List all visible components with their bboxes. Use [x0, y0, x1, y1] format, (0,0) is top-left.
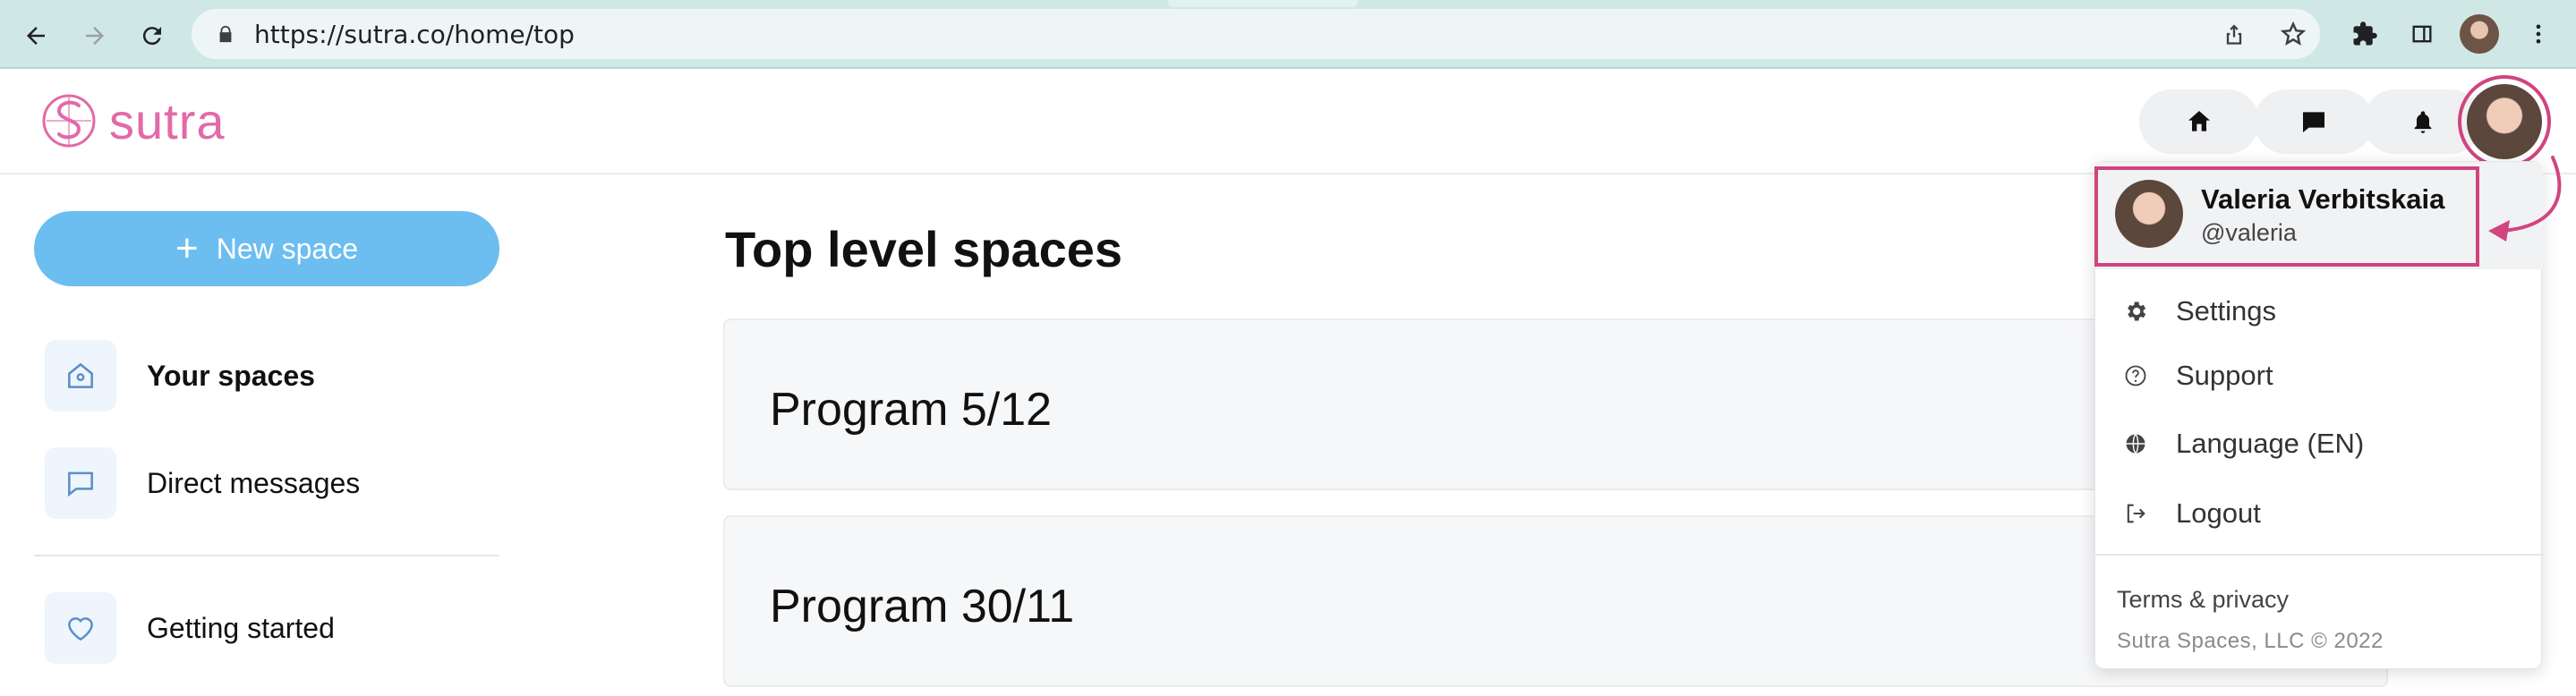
- extensions-icon[interactable]: [2349, 18, 2381, 50]
- space-name: Program 5/12: [770, 384, 1053, 436]
- home-outline-icon: [45, 340, 116, 412]
- home-button[interactable]: [2139, 89, 2259, 154]
- terms-link[interactable]: Terms & privacy: [2117, 586, 2289, 614]
- kebab-menu-icon[interactable]: [2522, 18, 2555, 50]
- question-icon: [2122, 362, 2149, 389]
- menu-item-settings[interactable]: Settings: [2095, 280, 2543, 343]
- menu-divider: [2095, 554, 2543, 556]
- menu-item-label: Settings: [2176, 295, 2277, 327]
- new-space-button[interactable]: + New space: [34, 211, 499, 286]
- space-name: Program 30/11: [770, 581, 1075, 632]
- sidepanel-icon[interactable]: [2406, 18, 2438, 50]
- avatar: [2467, 84, 2542, 159]
- home-icon: [2188, 111, 2210, 132]
- menu-item-support[interactable]: Support: [2095, 344, 2543, 407]
- sutra-logo[interactable]: sutra: [39, 89, 226, 152]
- back-icon[interactable]: [18, 18, 54, 54]
- annotation-arrow-icon: [2488, 156, 2562, 242]
- heart-icon: [45, 592, 116, 664]
- menu-item-label: Language (EN): [2176, 428, 2365, 459]
- sidebar-item-your-spaces[interactable]: Your spaces: [45, 340, 315, 412]
- gear-icon: [2122, 298, 2149, 325]
- menu-item-logout[interactable]: Logout: [2095, 482, 2543, 545]
- copyright-text: Sutra Spaces, LLC © 2022: [2117, 629, 2384, 653]
- reload-icon[interactable]: [134, 18, 170, 54]
- sidebar-item-label: Getting started: [147, 611, 335, 644]
- logout-icon: [2122, 500, 2149, 527]
- bell-icon: [2414, 111, 2432, 133]
- share-icon[interactable]: [2218, 18, 2250, 50]
- lock-icon[interactable]: [213, 21, 238, 47]
- browser-toolbar: https://sutra.co/home/top: [0, 0, 2576, 69]
- plus-icon: +: [175, 226, 199, 270]
- page-title: Top level spaces: [725, 221, 1123, 277]
- sidebar-item-label: Your spaces: [147, 359, 315, 392]
- highlight-box: [2094, 166, 2479, 267]
- active-tab-edge: [1168, 0, 1358, 7]
- star-icon[interactable]: [2277, 18, 2309, 50]
- url-text: https://sutra.co/home/top: [254, 19, 575, 49]
- sidebar-item-getting-started[interactable]: Getting started: [45, 592, 335, 664]
- profile-avatar[interactable]: [2460, 14, 2499, 54]
- menu-item-label: Support: [2176, 360, 2273, 391]
- menu-item-language[interactable]: Language (EN): [2095, 412, 2543, 475]
- sutra-logo-icon: [42, 94, 96, 148]
- sidebar-item-direct-messages[interactable]: Direct messages: [45, 447, 360, 519]
- menu-item-label: Logout: [2176, 497, 2261, 529]
- sidebar-divider: [34, 555, 499, 556]
- new-space-label: New space: [216, 232, 358, 265]
- logo-text: sutra: [109, 92, 226, 149]
- sidebar-item-label: Direct messages: [147, 466, 361, 499]
- messages-button[interactable]: [2254, 89, 2374, 154]
- forward-icon[interactable]: [77, 18, 113, 54]
- chat-icon: [2303, 112, 2324, 132]
- message-icon: [45, 447, 116, 519]
- globe-icon: [2122, 430, 2149, 457]
- address-bar[interactable]: https://sutra.co/home/top: [192, 9, 2320, 59]
